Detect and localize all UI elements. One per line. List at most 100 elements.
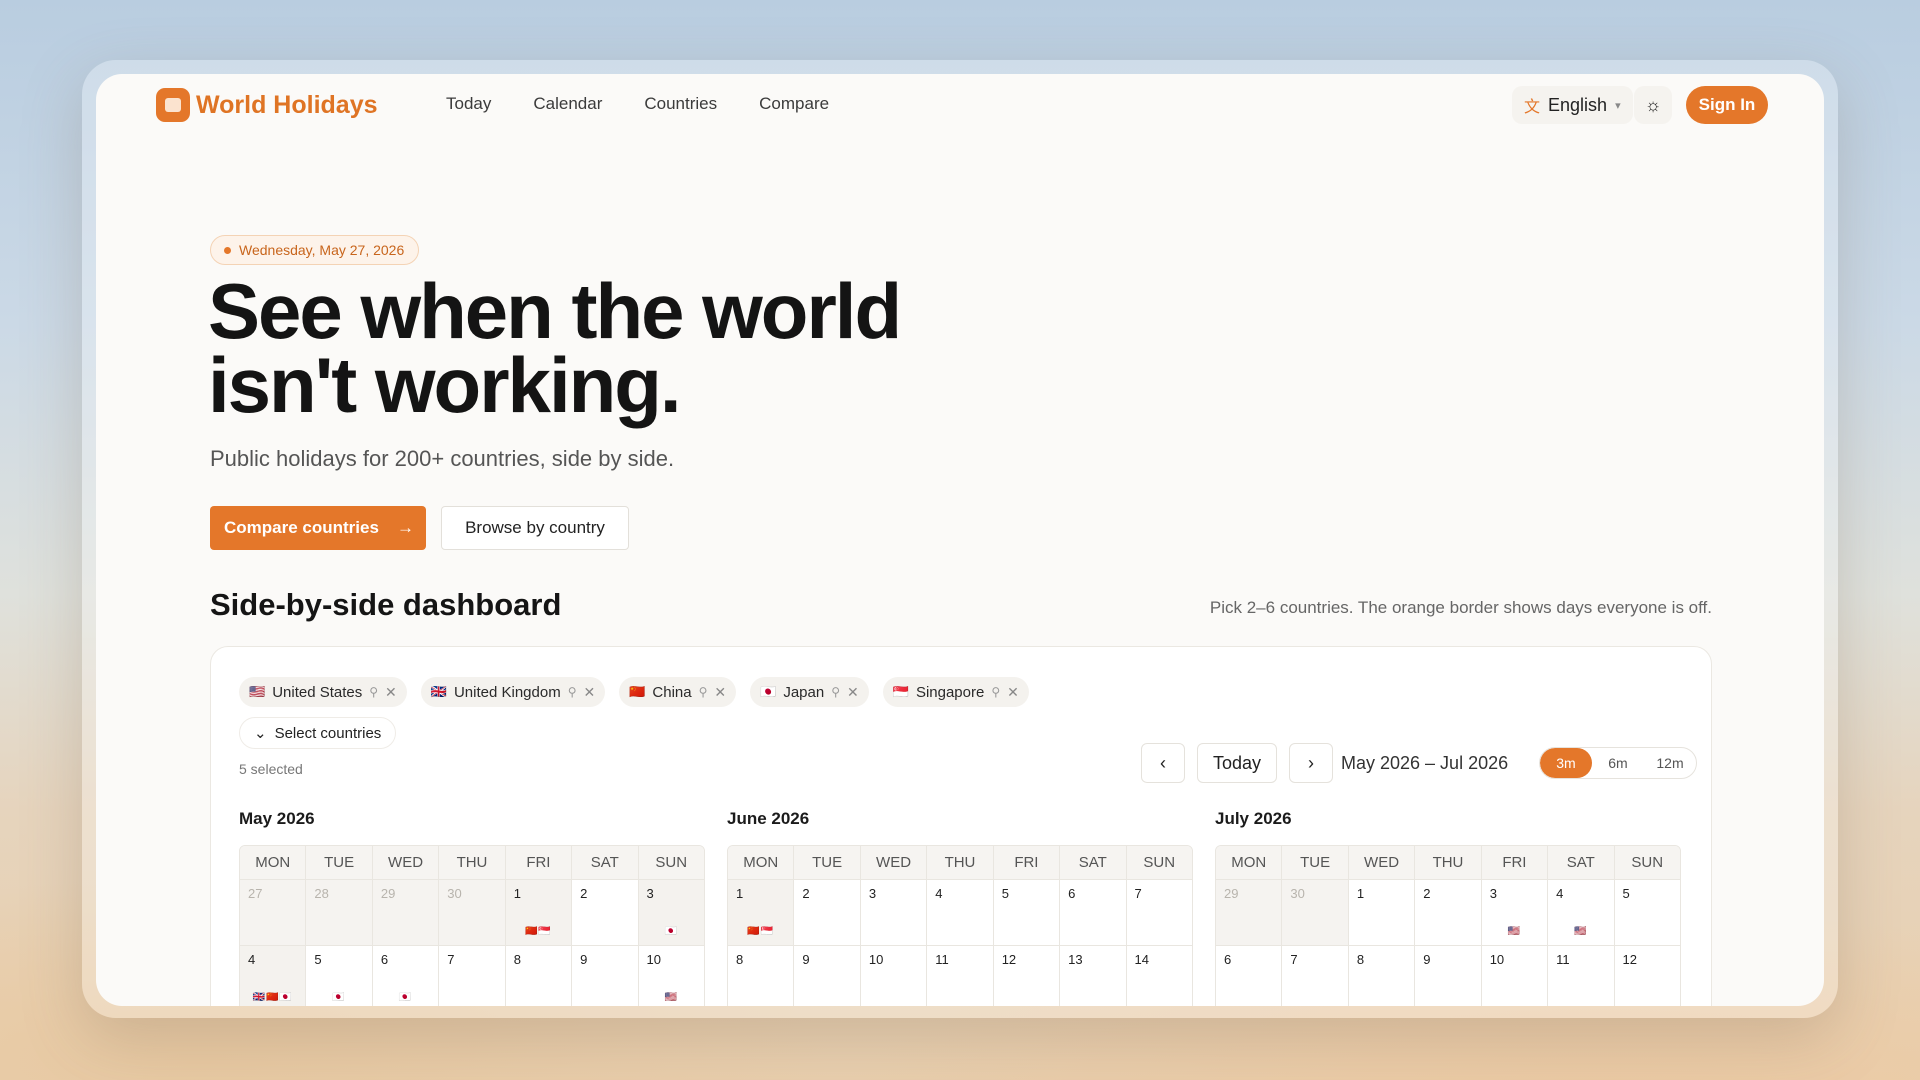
day-cell[interactable]: 8	[506, 946, 573, 1006]
day-cell[interactable]: 1 🇨🇳🇸🇬	[505, 880, 573, 945]
day-cell[interactable]: 3	[861, 880, 928, 945]
day-cell[interactable]: 7	[1127, 880, 1192, 945]
day-number: 9	[1423, 952, 1431, 967]
remove-icon[interactable]: ✕	[1007, 684, 1019, 701]
pin-icon[interactable]: ⚲	[369, 685, 378, 699]
day-cell[interactable]: 2	[572, 880, 639, 945]
day-cell[interactable]: 5	[994, 880, 1061, 945]
day-number: 11	[1556, 952, 1570, 967]
brand-logo[interactable]: World Holidays	[156, 88, 378, 122]
day-cell[interactable]: 28	[306, 880, 373, 945]
weekday-label: SUN	[1631, 854, 1664, 871]
span-12m-option[interactable]: 12m	[1644, 748, 1696, 778]
day-cell[interactable]: 30	[439, 880, 506, 945]
country-chip[interactable]: 🇬🇧 United Kingdom ⚲ ✕	[420, 677, 606, 707]
day-cell[interactable]: 30	[1282, 880, 1349, 945]
day-cell[interactable]: 27	[240, 880, 307, 945]
day-number: 6	[380, 952, 389, 967]
pin-icon[interactable]: ⚲	[831, 685, 840, 699]
holiday-flags: 🇨🇳🇸🇬	[747, 926, 775, 937]
day-number: 3	[1489, 886, 1497, 901]
day-cell[interactable]: 7	[439, 946, 506, 1006]
day-number: 30	[447, 886, 462, 901]
remove-icon[interactable]: ✕	[385, 684, 397, 701]
day-cell[interactable]: 13	[1060, 946, 1127, 1006]
day-cell[interactable]: 11	[927, 946, 994, 1006]
pin-icon[interactable]: ⚲	[699, 685, 708, 699]
brand-name: World Holidays	[196, 90, 378, 119]
day-cell[interactable]: 10	[1482, 946, 1549, 1006]
range-span-toggle: 3m 6m 12m	[1539, 747, 1697, 779]
day-cell[interactable]: 9	[1415, 946, 1482, 1006]
theme-toggle-button[interactable]: ☼	[1634, 86, 1672, 124]
language-selector[interactable]: 文 English ▾	[1512, 86, 1633, 124]
pin-icon[interactable]: ⚲	[568, 685, 577, 699]
day-cell[interactable]: 2	[794, 880, 861, 945]
day-cell[interactable]: 3 🇯🇵	[638, 880, 704, 945]
day-cell[interactable]: 10 🇺🇸	[639, 946, 704, 1006]
day-cell[interactable]: 8	[728, 946, 795, 1006]
chevron-down-icon: ⌄	[254, 725, 267, 742]
remove-icon[interactable]: ✕	[714, 684, 726, 701]
select-countries-button[interactable]: ⌄ Select countries	[239, 717, 397, 749]
day-number: 4	[248, 952, 256, 967]
day-cell[interactable]: 5	[1615, 880, 1680, 945]
week-row: 6 7 8 9 10 11 12	[1216, 945, 1680, 1006]
day-cell[interactable]: 6 🇯🇵	[373, 946, 440, 1006]
day-cell[interactable]: 11	[1548, 946, 1615, 1006]
day-cell[interactable]: 5 🇯🇵	[306, 946, 373, 1006]
next-button[interactable]: ›	[1289, 743, 1333, 783]
day-cell[interactable]: 4 🇬🇧🇨🇳🇯🇵	[240, 946, 307, 1006]
day-cell[interactable]: 12	[1615, 946, 1680, 1006]
day-number: 11	[935, 952, 949, 967]
country-chip[interactable]: 🇯🇵 Japan ⚲ ✕	[750, 677, 869, 707]
day-number: 2	[1423, 886, 1431, 901]
day-cell[interactable]: 7	[1282, 946, 1349, 1006]
day-number: 29	[1224, 886, 1239, 901]
remove-icon[interactable]: ✕	[584, 684, 596, 701]
weekday-label: TUE	[1282, 846, 1349, 879]
day-cell[interactable]: 1 🇨🇳🇸🇬	[728, 880, 795, 945]
sign-in-button[interactable]: Sign In	[1686, 86, 1768, 124]
previous-button[interactable]: ‹	[1141, 743, 1185, 783]
nav-link-calendar[interactable]: Calendar	[533, 94, 602, 114]
day-cell[interactable]: 9	[794, 946, 861, 1006]
span-3m-option[interactable]: 3m	[1540, 748, 1592, 778]
weekday-label: MON	[728, 846, 795, 879]
weekday-label: FRI	[506, 846, 573, 879]
span-6m-option[interactable]: 6m	[1592, 748, 1644, 778]
country-chip[interactable]: 🇨🇳 China ⚲ ✕	[619, 677, 737, 707]
day-cell[interactable]: 2	[1415, 880, 1482, 945]
day-cell[interactable]: 4 🇺🇸	[1548, 880, 1615, 945]
day-number: 6	[1068, 886, 1076, 901]
compare-countries-button[interactable]: Compare countries →	[210, 506, 426, 550]
nav-link-today[interactable]: Today	[446, 94, 491, 114]
calendar-grid: MON TUE WED THU FRI SAT SUN 29 30 1 2 3 🇺🇸 4 🇺🇸 5 6 7 8 9 10…	[1215, 845, 1681, 1006]
day-number: 7	[1134, 886, 1142, 901]
nav-link-compare[interactable]: Compare	[759, 94, 829, 114]
day-cell[interactable]: 29	[372, 880, 440, 945]
day-number: 2	[802, 886, 810, 901]
today-button[interactable]: Today	[1197, 743, 1277, 783]
day-cell[interactable]: 8	[1349, 946, 1416, 1006]
day-number: 14	[1134, 952, 1149, 967]
pin-icon[interactable]: ⚲	[991, 685, 1000, 699]
day-cell[interactable]: 3 🇺🇸	[1482, 880, 1549, 945]
day-cell[interactable]: 10	[861, 946, 928, 1006]
country-chip[interactable]: 🇺🇸 United States ⚲ ✕	[239, 677, 407, 707]
day-cell[interactable]: 6	[1216, 946, 1283, 1006]
day-cell[interactable]: 9	[572, 946, 639, 1006]
day-cell[interactable]: 14	[1127, 946, 1192, 1006]
browse-by-country-button[interactable]: Browse by country	[441, 506, 629, 550]
weekday-label: SAT	[572, 846, 639, 879]
day-cell[interactable]: 6	[1060, 880, 1127, 945]
remove-icon[interactable]: ✕	[847, 684, 859, 701]
country-chip[interactable]: 🇸🇬 Singapore ⚲ ✕	[882, 677, 1029, 707]
app-window: World Holidays Today Calendar Countries …	[96, 74, 1824, 1006]
day-cell[interactable]: 12	[994, 946, 1061, 1006]
weekday-label: SUN	[1143, 854, 1176, 871]
day-cell[interactable]: 1	[1349, 880, 1416, 945]
nav-link-countries[interactable]: Countries	[644, 94, 717, 114]
day-cell[interactable]: 29	[1216, 880, 1283, 945]
day-cell[interactable]: 4	[927, 880, 994, 945]
